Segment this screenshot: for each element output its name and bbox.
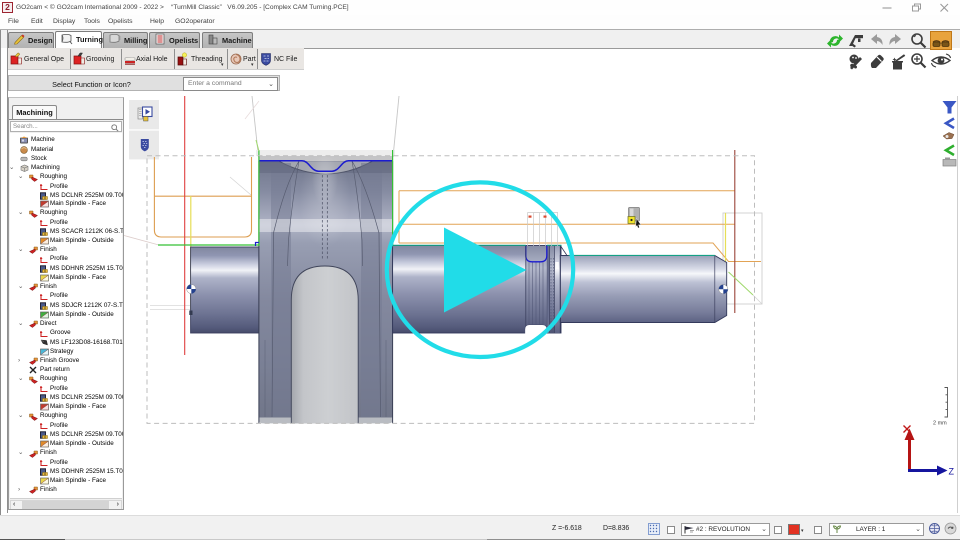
svg-text:Z: Z	[949, 467, 955, 477]
svg-text:2 mm: 2 mm	[933, 421, 947, 427]
